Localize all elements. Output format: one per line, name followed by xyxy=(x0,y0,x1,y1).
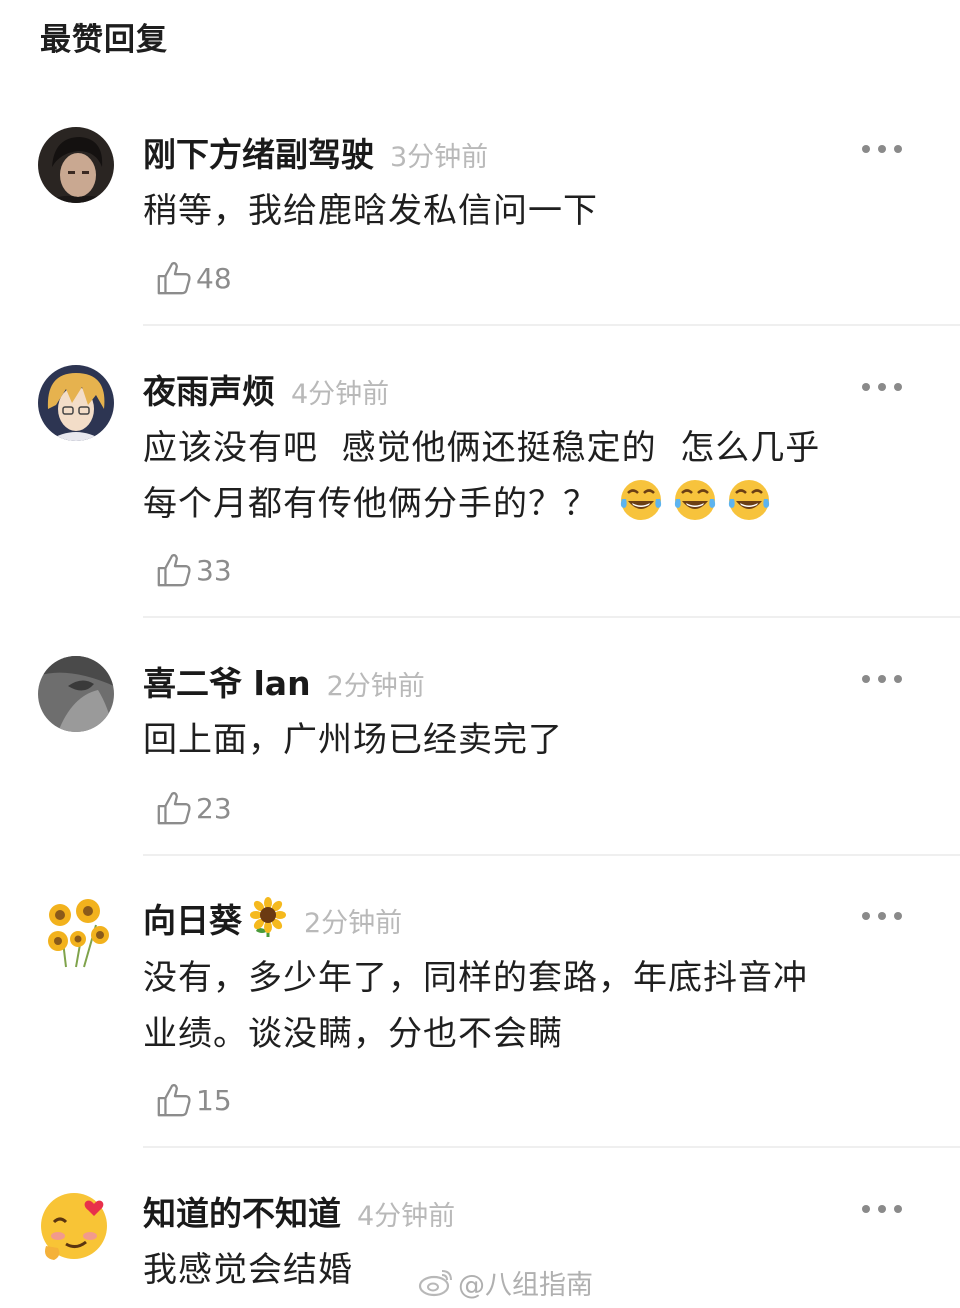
comment-text: 回上面，广州场已经卖完了 xyxy=(143,712,903,768)
blushing-heart-face-emoji-icon xyxy=(38,1186,114,1262)
section-title: 最赞回复 xyxy=(40,22,168,58)
watermark: @八组指南 xyxy=(418,1262,593,1302)
comment-text: 稍等，我给鹿晗发私信问一下 xyxy=(143,183,903,239)
divider xyxy=(143,616,960,618)
comment-line: 没有，多少年了，同样的套路，年底抖音冲 xyxy=(143,958,808,998)
like-button[interactable]: 23 xyxy=(155,788,232,828)
timestamp: 2分钟前 xyxy=(326,671,425,702)
divider xyxy=(143,324,960,326)
avatar[interactable] xyxy=(38,365,114,441)
sunflowers-avatar-icon xyxy=(38,893,114,969)
like-button[interactable]: 33 xyxy=(155,550,232,590)
like-button[interactable]: 15 xyxy=(155,1080,232,1120)
comment-line: 应该没有吧 感觉他俩还挺稳定的 怎么几乎 xyxy=(143,428,821,468)
comment-line: 稍等，我给鹿晗发私信问一下 xyxy=(143,191,598,231)
dot-icon xyxy=(878,912,886,920)
like-count: 33 xyxy=(196,553,232,587)
avatar[interactable] xyxy=(38,127,114,203)
thumbs-up-icon xyxy=(157,262,191,295)
dot-icon xyxy=(894,145,902,153)
dot-icon xyxy=(894,912,902,920)
more-options-button[interactable] xyxy=(862,381,902,393)
like-count: 23 xyxy=(196,791,232,825)
tears-of-joy-emoji-icon xyxy=(728,480,769,520)
tears-of-joy-emoji-icon xyxy=(674,480,715,520)
comment-text: 应该没有吧 感觉他俩还挺稳定的 怎么几乎 每个月都有传他俩分手的？？ xyxy=(143,420,903,532)
watermark-text: @八组指南 xyxy=(458,1269,593,1301)
like-count: 15 xyxy=(196,1083,232,1117)
comment-line: 业绩。谈没瞒，分也不会瞒 xyxy=(143,1014,563,1054)
dot-icon xyxy=(894,383,902,391)
portrait-avatar-icon xyxy=(38,127,114,203)
username[interactable]: 刚下方绪副驾驶 xyxy=(143,128,374,176)
comment-line: 每个月都有传他俩分手的？？ xyxy=(143,484,598,524)
dot-icon xyxy=(862,383,870,391)
comment-line-with-emoji: 每个月都有传他俩分手的？？ xyxy=(143,476,903,532)
username[interactable]: 知道的不知道 xyxy=(143,1187,341,1235)
username[interactable]: 喜二爷 lan xyxy=(143,657,311,705)
tears-of-joy-emoji-icon xyxy=(620,480,661,520)
thumbs-up-icon xyxy=(157,554,191,587)
avatar[interactable] xyxy=(38,656,114,732)
dot-icon xyxy=(862,145,870,153)
more-options-button[interactable] xyxy=(862,143,902,155)
more-options-button[interactable] xyxy=(862,910,902,922)
grey-abstract-avatar-icon xyxy=(38,656,114,732)
thumbs-up-icon xyxy=(157,1084,191,1117)
anime-avatar-icon xyxy=(38,365,114,441)
dot-icon xyxy=(894,675,902,683)
comment-line: 回上面，广州场已经卖完了 xyxy=(143,720,563,760)
dot-icon xyxy=(862,912,870,920)
like-button[interactable]: 48 xyxy=(155,258,232,298)
dot-icon xyxy=(878,383,886,391)
weibo-logo-icon xyxy=(418,1270,452,1297)
dot-icon xyxy=(878,675,886,683)
sunflower-emoji-icon xyxy=(250,897,286,937)
divider xyxy=(143,1146,960,1148)
timestamp: 4分钟前 xyxy=(291,379,390,410)
username[interactable]: 夜雨声烦 xyxy=(143,365,275,413)
avatar[interactable] xyxy=(38,1186,114,1262)
avatar[interactable] xyxy=(38,893,114,969)
dot-icon xyxy=(862,675,870,683)
username[interactable]: 向日葵 xyxy=(143,894,242,942)
dot-icon xyxy=(894,1205,902,1213)
timestamp: 4分钟前 xyxy=(357,1201,456,1232)
more-options-button[interactable] xyxy=(862,673,902,685)
divider xyxy=(143,854,960,856)
dot-icon xyxy=(862,1205,870,1213)
dot-icon xyxy=(878,1205,886,1213)
timestamp: 3分钟前 xyxy=(390,142,489,173)
like-count: 48 xyxy=(196,261,232,295)
timestamp: 2分钟前 xyxy=(304,908,403,939)
dot-icon xyxy=(878,145,886,153)
comment-text: 没有，多少年了，同样的套路，年底抖音冲 业绩。谈没瞒，分也不会瞒 xyxy=(143,950,903,1062)
more-options-button[interactable] xyxy=(862,1203,902,1215)
thumbs-up-icon xyxy=(157,792,191,825)
